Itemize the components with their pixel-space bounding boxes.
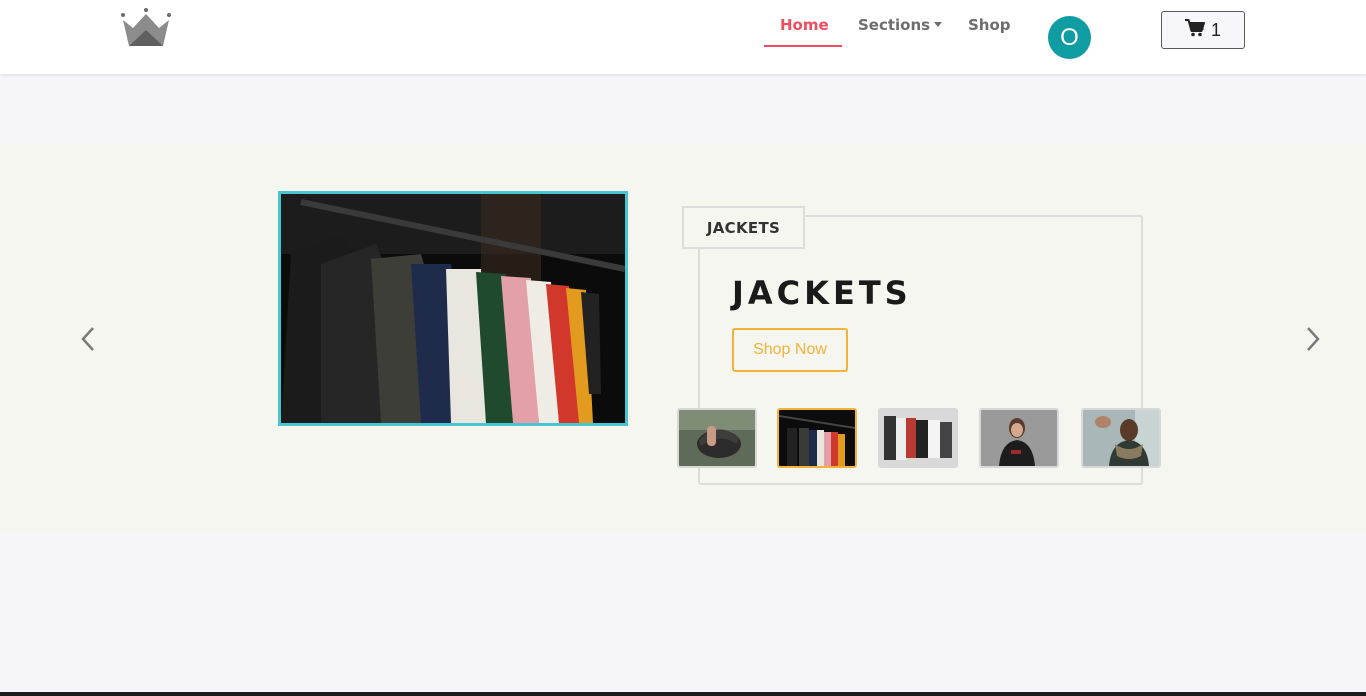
caret-down-icon xyxy=(934,22,943,27)
hoodies-thumbnail[interactable] xyxy=(878,408,958,468)
clothes-rack-thumbnail[interactable] xyxy=(777,408,857,468)
chevron-right-icon[interactable] xyxy=(1303,324,1323,354)
category-tag: JACKETS xyxy=(682,206,805,249)
cart-icon xyxy=(1184,18,1205,42)
clothes-rack-image xyxy=(278,191,628,426)
cap-thumbnail[interactable] xyxy=(677,408,757,468)
crown-icon[interactable] xyxy=(119,6,173,48)
woman-portrait-thumbnail[interactable] xyxy=(979,408,1059,468)
active-link-underline xyxy=(764,45,842,47)
nav-link-sections[interactable]: Sections xyxy=(858,16,943,34)
shop-now-button[interactable]: Shop Now xyxy=(732,328,848,372)
chevron-left-icon[interactable] xyxy=(78,324,98,354)
nav-link-home[interactable]: Home xyxy=(780,16,829,34)
nav-sections-label: Sections xyxy=(858,16,931,34)
navbar: Home Sections Shop O 1 xyxy=(0,0,1366,74)
cart-button[interactable]: 1 xyxy=(1161,11,1245,49)
user-avatar[interactable]: O xyxy=(1048,16,1091,59)
man-scarf-thumbnail[interactable] xyxy=(1081,408,1161,468)
bottom-divider xyxy=(0,692,1366,696)
cart-count: 1 xyxy=(1210,19,1221,40)
nav-link-shop[interactable]: Shop xyxy=(968,16,1011,34)
hero-carousel: JACKETS JACKETS Shop Now xyxy=(0,144,1366,532)
slide-title: JACKETS xyxy=(732,274,912,312)
